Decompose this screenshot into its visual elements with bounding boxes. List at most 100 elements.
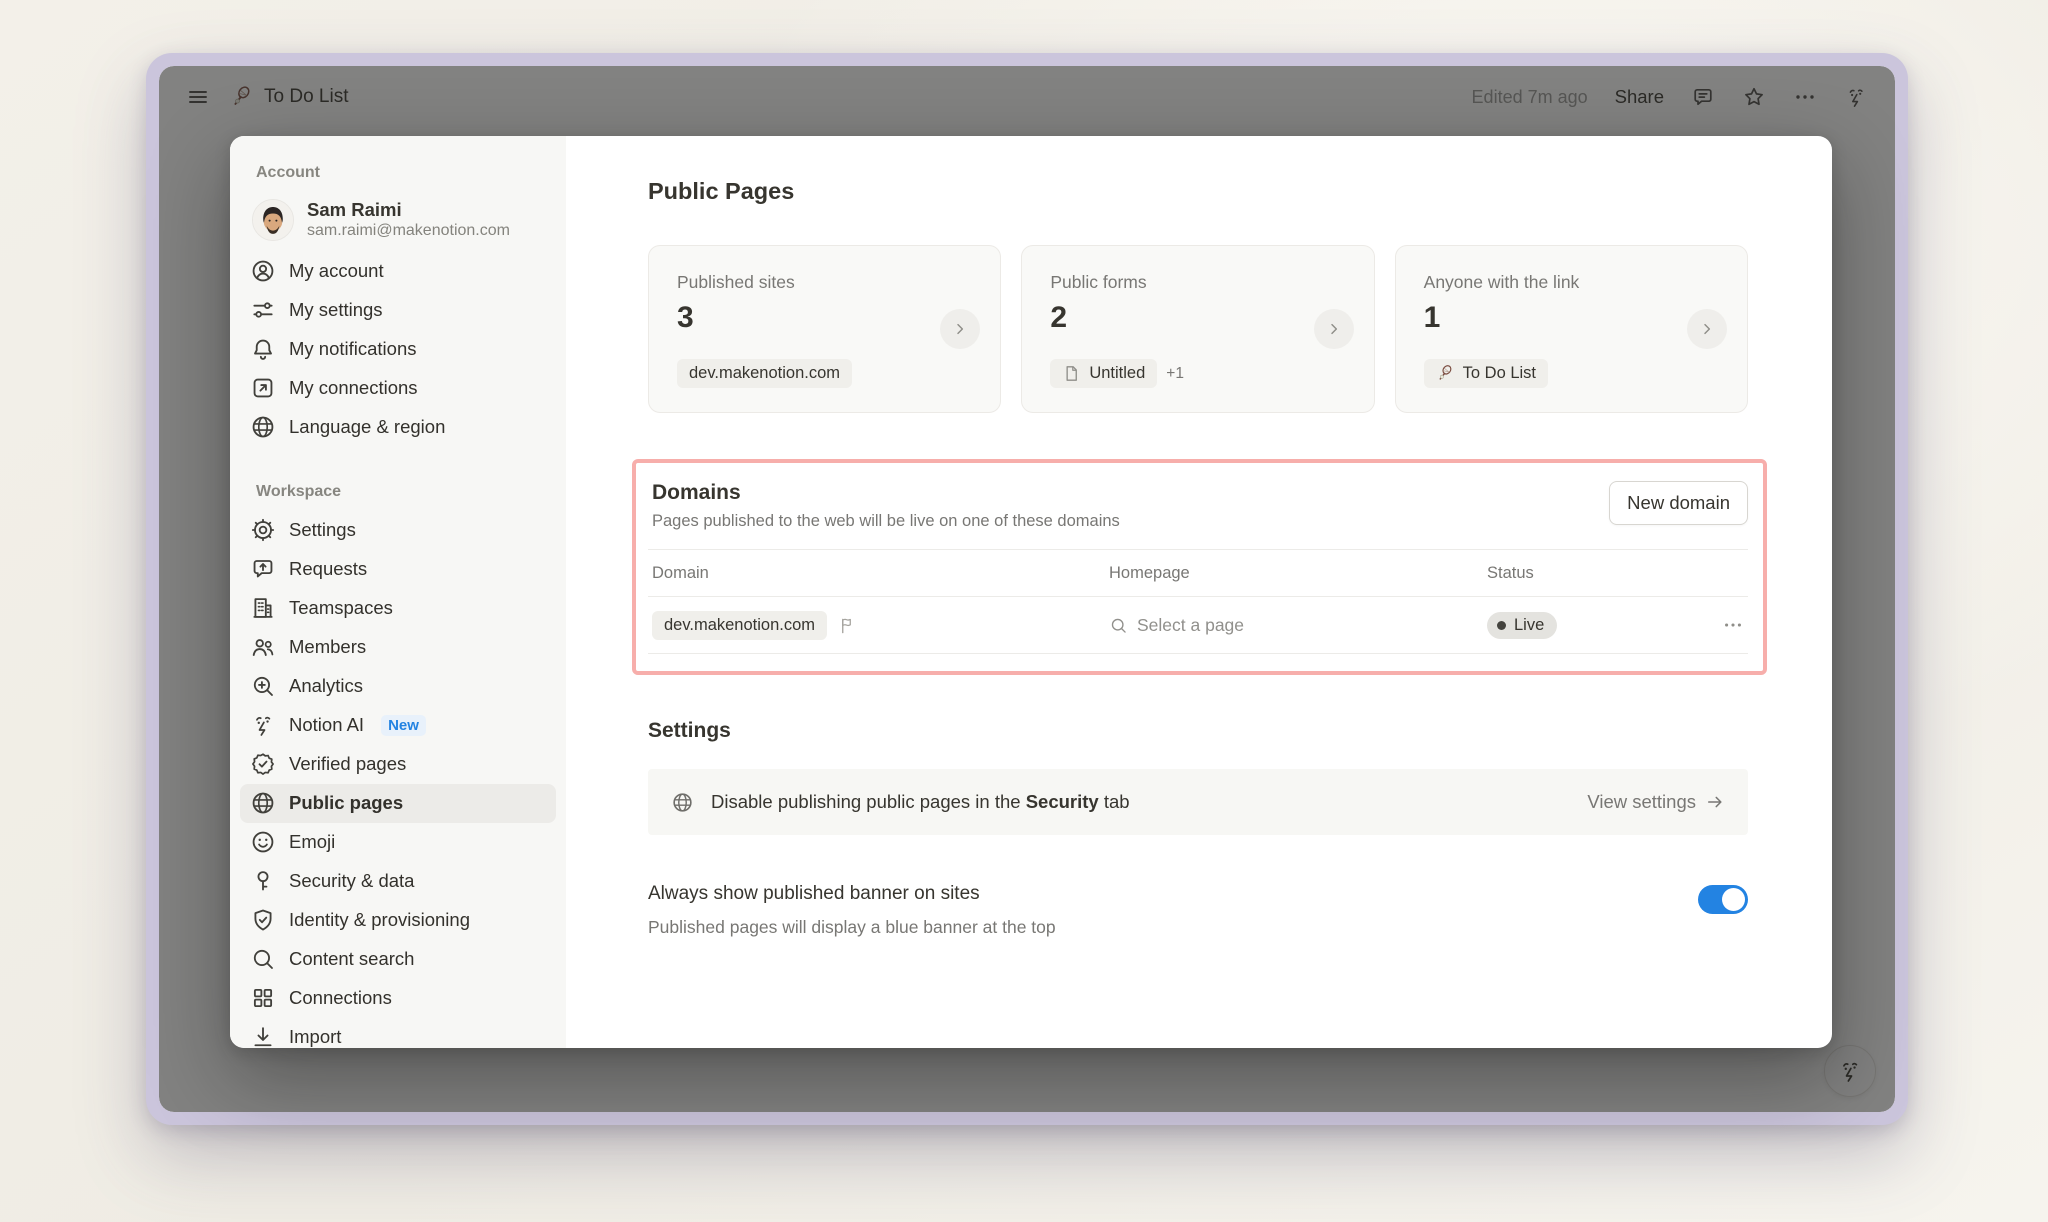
- building-icon: [250, 595, 276, 621]
- sidebar-item-members[interactable]: Members: [240, 628, 556, 667]
- sidebar-item-identity-provisioning[interactable]: Identity & provisioning: [240, 901, 556, 940]
- chip-label: dev.makenotion.com: [689, 364, 840, 383]
- sidebar-section-workspace: Workspace: [256, 483, 558, 501]
- security-banner: Disable publishing public pages in the S…: [648, 769, 1748, 835]
- homepage-placeholder: Select a page: [1137, 615, 1244, 636]
- homepage-select[interactable]: Select a page: [1109, 615, 1487, 636]
- live-dot-icon: [1497, 621, 1506, 630]
- sidebar-item-label: Language & region: [289, 416, 445, 438]
- status-badge: Live: [1487, 612, 1557, 639]
- sidebar-item-public-pages[interactable]: Public pages: [240, 784, 556, 823]
- sidebar-item-label: Requests: [289, 558, 367, 580]
- chevron-right-icon: [1326, 321, 1342, 337]
- sidebar-item-my-connections[interactable]: My connections: [240, 369, 556, 408]
- sidebar-item-notion-ai[interactable]: Notion AI New: [240, 706, 556, 745]
- card-label: Public forms: [1050, 272, 1345, 293]
- chevron-right-button[interactable]: [940, 309, 980, 349]
- column-status: Status: [1487, 564, 1698, 583]
- card-count: 2: [1050, 301, 1345, 335]
- notion-ai-icon: [250, 712, 276, 738]
- bell-icon: [250, 336, 276, 362]
- arrow-right-icon: [1705, 792, 1725, 812]
- tennis-racket-icon: [1436, 364, 1455, 383]
- import-icon: [250, 1024, 276, 1048]
- sidebar-item-security-data[interactable]: Security & data: [240, 862, 556, 901]
- sidebar-item-label: Import: [289, 1026, 341, 1048]
- sidebar-item-my-account[interactable]: My account: [240, 252, 556, 291]
- sidebar-item-import[interactable]: Import: [240, 1018, 556, 1048]
- card-anyone-with-link[interactable]: Anyone with the link 1 To Do List: [1395, 245, 1748, 413]
- user-name: Sam Raimi: [307, 198, 510, 221]
- sidebar-item-settings[interactable]: Settings: [240, 511, 556, 550]
- sidebar-item-analytics[interactable]: Analytics: [240, 667, 556, 706]
- sidebar-item-language-region[interactable]: Language & region: [240, 408, 556, 447]
- new-domain-button[interactable]: New domain: [1609, 481, 1748, 525]
- sidebar-item-label: Analytics: [289, 675, 363, 697]
- sidebar-item-verified-pages[interactable]: Verified pages: [240, 745, 556, 784]
- sidebar-item-my-settings[interactable]: My settings: [240, 291, 556, 330]
- form-chip[interactable]: Untitled: [1050, 359, 1157, 388]
- domain-chip[interactable]: dev.makenotion.com: [652, 611, 827, 640]
- sidebar-item-label: My notifications: [289, 338, 417, 360]
- settings-sidebar: Account Sam Raimi sam.raimi@makenotion.c…: [230, 136, 566, 1048]
- sidebar-item-my-notifications[interactable]: My notifications: [240, 330, 556, 369]
- card-label: Published sites: [677, 272, 972, 293]
- published-banner-toggle[interactable]: [1698, 885, 1748, 914]
- chevron-right-button[interactable]: [1687, 309, 1727, 349]
- toggle-label: Always show published banner on sites: [648, 883, 1698, 905]
- search-icon: [250, 946, 276, 972]
- domain-name: dev.makenotion.com: [664, 616, 815, 635]
- avatar: [252, 199, 294, 241]
- sidebar-item-label: Emoji: [289, 831, 335, 853]
- sidebar-item-label: Connections: [289, 987, 392, 1009]
- view-settings-link[interactable]: View settings: [1587, 791, 1725, 813]
- smiley-icon: [250, 829, 276, 855]
- ellipsis-icon: [1722, 614, 1744, 636]
- chevron-right-button[interactable]: [1314, 309, 1354, 349]
- search-icon: [1109, 616, 1128, 635]
- sidebar-item-label: My account: [289, 260, 384, 282]
- toggle-description: Published pages will display a blue bann…: [648, 917, 1698, 938]
- sidebar-item-label: Verified pages: [289, 753, 406, 775]
- sidebar-item-emoji[interactable]: Emoji: [240, 823, 556, 862]
- sidebar-user-row[interactable]: Sam Raimi sam.raimi@makenotion.com: [238, 192, 558, 252]
- new-badge: New: [381, 715, 426, 736]
- sidebar-item-teamspaces[interactable]: Teamspaces: [240, 589, 556, 628]
- domains-section-highlighted: Domains Pages published to the web will …: [632, 459, 1767, 675]
- chip-extra-count: +1: [1166, 365, 1184, 383]
- sidebar-item-label: Identity & provisioning: [289, 909, 470, 931]
- row-menu-button[interactable]: [1698, 614, 1744, 636]
- sidebar-item-label: Public pages: [289, 792, 403, 814]
- view-settings-label: View settings: [1587, 791, 1696, 813]
- page-chip[interactable]: To Do List: [1424, 359, 1548, 388]
- card-published-sites[interactable]: Published sites 3 dev.makenotion.com: [648, 245, 1001, 413]
- sliders-icon: [250, 297, 276, 323]
- summary-cards: Published sites 3 dev.makenotion.com Pub…: [648, 245, 1748, 413]
- request-bubble-icon: [250, 556, 276, 582]
- settings-modal: Account Sam Raimi sam.raimi@makenotion.c…: [230, 136, 1832, 1048]
- status-label: Live: [1514, 616, 1544, 635]
- flag-icon[interactable]: [838, 616, 857, 635]
- public-pages-panel: Public Pages Published sites 3 dev.maken…: [566, 136, 1832, 1048]
- page-icon: [1062, 364, 1081, 383]
- domains-title: Domains: [652, 481, 1609, 505]
- sidebar-item-connections[interactable]: Connections: [240, 979, 556, 1018]
- card-count: 1: [1424, 301, 1719, 335]
- site-chip[interactable]: dev.makenotion.com: [677, 359, 852, 388]
- sidebar-item-content-search[interactable]: Content search: [240, 940, 556, 979]
- sidebar-item-label: Settings: [289, 519, 356, 541]
- sidebar-item-label: Content search: [289, 948, 414, 970]
- key-icon: [250, 868, 276, 894]
- analytics-icon: [250, 673, 276, 699]
- column-homepage: Homepage: [1109, 564, 1487, 583]
- settings-heading: Settings: [648, 719, 1748, 743]
- sidebar-item-requests[interactable]: Requests: [240, 550, 556, 589]
- sidebar-section-account: Account: [256, 164, 558, 182]
- panel-title: Public Pages: [648, 178, 1748, 205]
- card-public-forms[interactable]: Public forms 2 Untitled +1: [1021, 245, 1374, 413]
- card-count: 3: [677, 301, 972, 335]
- column-domain: Domain: [652, 564, 1109, 583]
- chevron-right-icon: [1699, 321, 1715, 337]
- chip-label: To Do List: [1463, 364, 1536, 383]
- grid-icon: [250, 985, 276, 1011]
